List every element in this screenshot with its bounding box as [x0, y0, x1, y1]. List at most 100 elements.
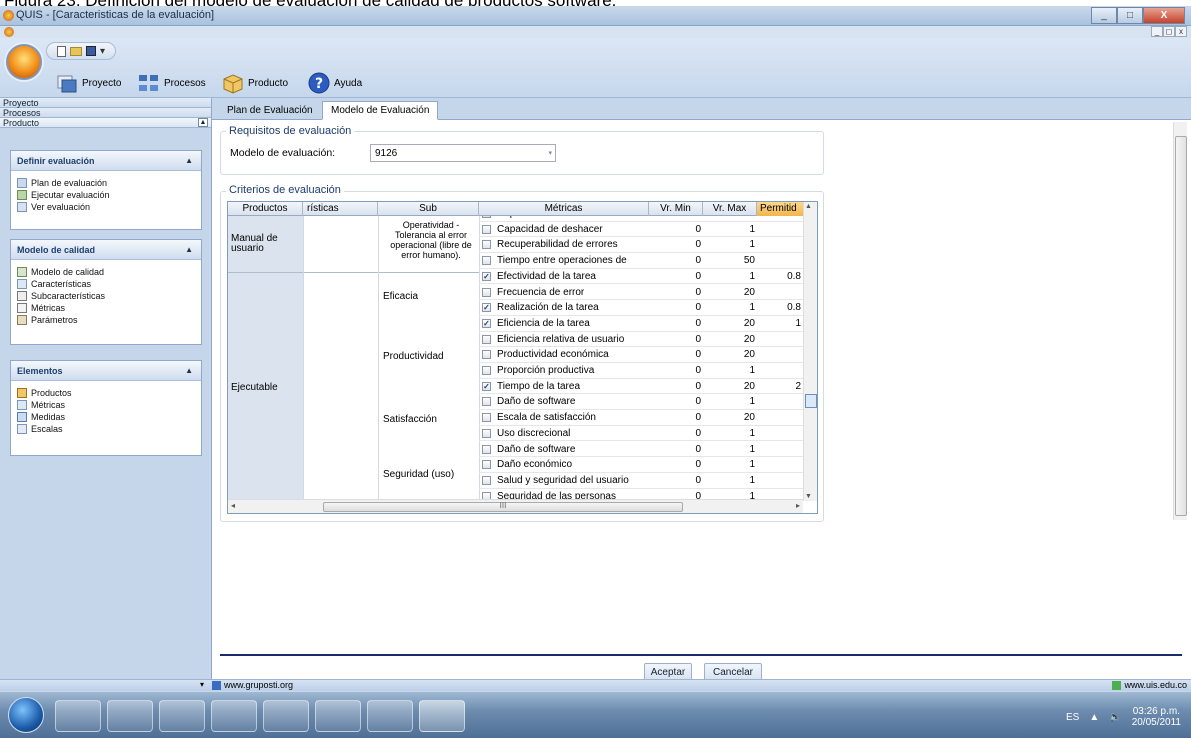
metric-checkbox[interactable]: ✓	[482, 381, 491, 391]
start-button[interactable]	[8, 697, 44, 733]
metric-checkbox[interactable]: ✓	[482, 318, 491, 328]
table-row[interactable]: Escala de satisfacción 0 20	[479, 410, 804, 426]
scroll-down-icon[interactable]: ▼	[805, 493, 812, 500]
col-header-metricas[interactable]: Métricas	[479, 202, 649, 216]
tab-plan-evaluacion[interactable]: Plan de Evaluación	[218, 101, 322, 120]
vr-max-cell[interactable]: 20	[705, 287, 755, 298]
table-row[interactable]: Uso discrecional 0 1	[479, 426, 804, 442]
table-row[interactable]: Salud y seguridad del usuario 0 1	[479, 473, 804, 489]
vr-max-cell[interactable]: 1	[705, 459, 755, 470]
table-row[interactable]: ✓ Tiempo de la tarea 0 20 2	[479, 379, 804, 395]
vr-min-cell[interactable]: 0	[651, 224, 701, 235]
vr-max-cell[interactable]: 1	[705, 475, 755, 486]
application-orb-button[interactable]	[6, 44, 42, 80]
vr-min-cell[interactable]: 0	[651, 239, 701, 250]
mdi-minimize-button[interactable]: _	[1151, 26, 1163, 37]
nav-header-proyecto[interactable]: Proyecto	[0, 98, 211, 108]
nav-item-parametros[interactable]: Parámetros	[11, 314, 201, 326]
col-header-sub[interactable]: Sub	[378, 202, 479, 216]
vr-min-cell[interactable]: 0	[651, 396, 701, 407]
col-header-productos[interactable]: Productos	[228, 202, 303, 216]
grid-vertical-scrollbar[interactable]: ▲ ▼	[803, 202, 817, 501]
save-icon[interactable]	[86, 46, 96, 56]
qat-dropdown-icon[interactable]: ▾	[100, 46, 105, 57]
col-header-caracteristicas[interactable]: rísticas	[303, 202, 378, 216]
language-indicator[interactable]: ES	[1066, 712, 1079, 723]
metric-checkbox[interactable]	[482, 334, 491, 344]
group-header[interactable]: Definir evaluación ▲	[11, 151, 201, 171]
sub-cell-seguridad[interactable]: Seguridad (uso)	[383, 470, 454, 480]
metric-checkbox[interactable]	[482, 444, 491, 454]
nav-item-ver-evaluacion[interactable]: Ver evaluación	[11, 201, 201, 213]
table-row[interactable]: Capacidad de deshacer 01	[479, 222, 804, 238]
tray-expand-icon[interactable]: ▲	[1089, 712, 1099, 723]
close-button[interactable]: X	[1143, 7, 1185, 24]
scroll-up-icon[interactable]: ▲	[805, 203, 812, 210]
scrollbar-thumb[interactable]	[1175, 136, 1187, 516]
taskbar-users-icon[interactable]	[211, 700, 257, 732]
sub-cell-satisfaccion[interactable]: Satisfacción	[383, 415, 437, 425]
metric-checkbox[interactable]	[482, 256, 491, 266]
tab-modelo-evaluacion[interactable]: Modelo de Evaluación	[322, 101, 439, 120]
table-row[interactable]: Daño de software 0 1	[479, 442, 804, 458]
status-dropdown-icon[interactable]: ▾	[200, 680, 204, 689]
nav-item-escalas[interactable]: Escalas	[11, 423, 201, 435]
chevron-down-icon[interactable]: ▾	[548, 145, 552, 162]
table-row[interactable]: Daño de software 0 1	[479, 394, 804, 411]
vr-max-cell[interactable]: 20	[705, 349, 755, 360]
vr-min-cell[interactable]: 0	[651, 334, 701, 345]
table-row[interactable]: Daño económico 0 1	[479, 457, 804, 473]
metric-checkbox[interactable]	[482, 224, 491, 234]
table-row[interactable]: ✓ Efectividad de la tarea 0 1 0.8	[479, 269, 804, 285]
metric-checkbox[interactable]	[482, 216, 491, 218]
vr-min-cell[interactable]: 0	[651, 349, 701, 360]
vr-min-cell[interactable]: 0	[651, 318, 701, 329]
modelo-evaluacion-select[interactable]: 9126 ▾	[370, 144, 556, 162]
metric-checkbox[interactable]	[482, 287, 491, 297]
nav-header-procesos[interactable]: Procesos	[0, 108, 211, 118]
vr-min-cell[interactable]: 0	[651, 412, 701, 423]
vr-min-cell[interactable]: 0	[651, 287, 701, 298]
vr-min-cell[interactable]: 0	[651, 216, 701, 219]
ribbon-ayuda-button[interactable]: ? Ayuda	[308, 72, 362, 94]
grid-scroll-thumb[interactable]	[805, 394, 817, 408]
product-cell-manual[interactable]: Manual de usuario	[231, 234, 299, 254]
vr-max-cell[interactable]: 1	[705, 302, 755, 313]
vr-max-cell[interactable]: 1	[705, 444, 755, 455]
collapse-icon[interactable]: ▲	[198, 118, 208, 127]
table-row[interactable]: Proporción productiva 0 1	[479, 363, 804, 379]
nav-item-plan-evaluacion[interactable]: Plan de evaluación	[11, 177, 201, 189]
table-row[interactable]: ✓ Eficiencia de la tarea 0 20 1	[479, 316, 804, 332]
vr-min-cell[interactable]: 0	[651, 365, 701, 376]
vr-max-cell[interactable]: 1	[705, 239, 755, 250]
col-header-permitido[interactable]: Permitid	[757, 202, 804, 216]
col-header-vr-min[interactable]: Vr. Min	[649, 202, 703, 216]
mdi-restore-button[interactable]: ◻	[1163, 26, 1175, 37]
taskbar-ie-icon[interactable]	[107, 700, 153, 732]
metric-checkbox[interactable]	[482, 366, 491, 375]
metric-checkbox[interactable]	[482, 460, 491, 470]
permitido-cell[interactable]: 2	[757, 381, 801, 392]
vr-max-cell[interactable]: 1	[705, 365, 755, 376]
nav-item-ejecutar-evaluacion[interactable]: Ejecutar evaluación	[11, 189, 201, 201]
table-row[interactable]: Recuperabilidad de errores 0 1	[479, 237, 804, 254]
caret-up-icon[interactable]: ▲	[185, 240, 193, 260]
volume-icon[interactable]: 🔈	[1109, 712, 1121, 723]
vr-max-cell[interactable]: 1	[705, 271, 755, 282]
metric-checkbox[interactable]	[482, 350, 491, 360]
group-header[interactable]: Elementos ▲	[11, 361, 201, 381]
vr-max-cell[interactable]: 20	[705, 381, 755, 392]
vr-min-cell[interactable]: 0	[651, 255, 701, 266]
vr-min-cell[interactable]: 0	[651, 271, 701, 282]
sub-cell-operatividad[interactable]: Operatividad - Tolerancia al error opera…	[385, 220, 477, 260]
vr-min-cell[interactable]: 0	[651, 444, 701, 455]
nav-item-caracteristicas[interactable]: Características	[11, 278, 201, 290]
col-header-vr-max[interactable]: Vr. Max	[703, 202, 757, 216]
table-row[interactable]: Eficiencia relativa de usuario 0 20	[479, 332, 804, 348]
vr-max-cell[interactable]: 50	[705, 255, 755, 266]
table-row[interactable]: Productividad económica 0 20	[479, 347, 804, 363]
taskbar-network-icon[interactable]	[159, 700, 205, 732]
nav-item-metricas[interactable]: Métricas	[11, 302, 201, 314]
table-row[interactable]: Tiempo entre operaciones de 0 50	[479, 253, 804, 269]
grid-hscroll-thumb[interactable]: III	[323, 502, 683, 512]
